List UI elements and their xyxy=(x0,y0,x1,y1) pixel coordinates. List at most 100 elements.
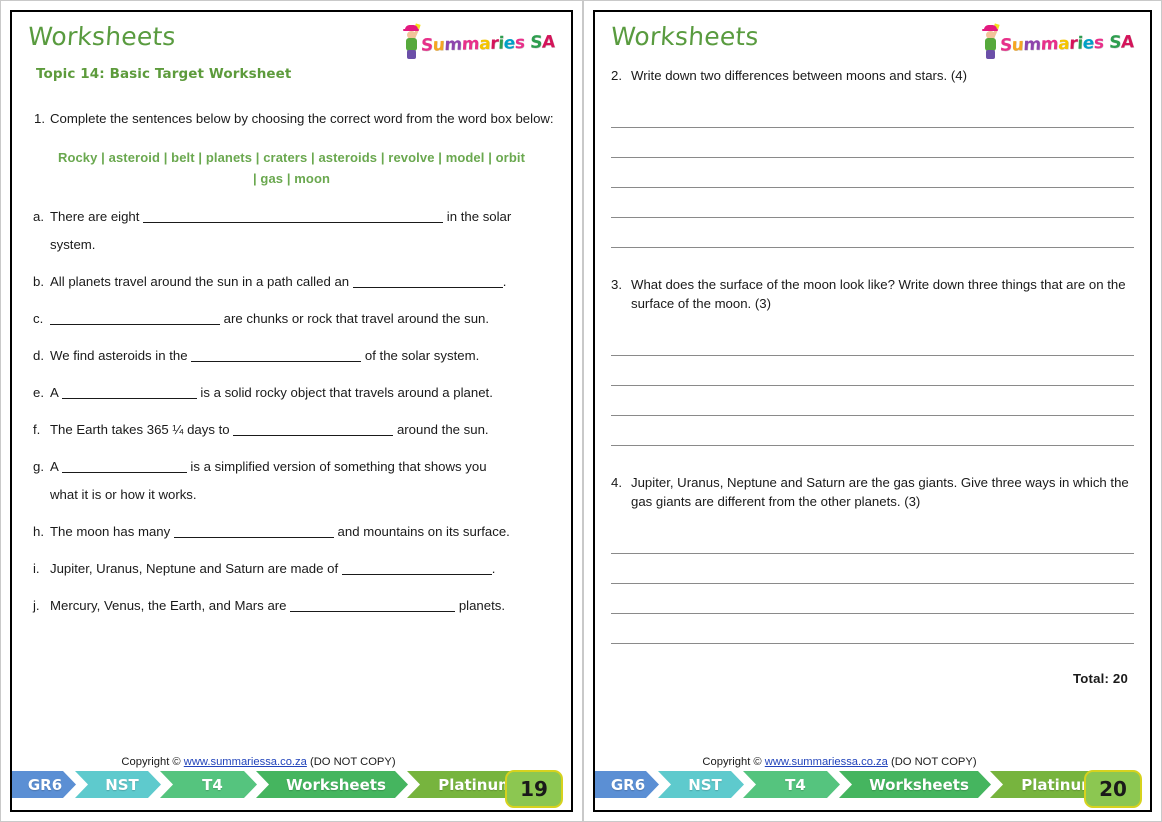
worksheet-spread: Worksheets Summaries SA Topic 14: Basic … xyxy=(0,0,1162,822)
fill-in-text-after: of the solar system. xyxy=(361,348,480,363)
breadcrumb-item-t4[interactable]: T4 xyxy=(160,771,257,798)
fill-in-item-letter: b. xyxy=(33,274,44,289)
breadcrumb-item-worksheets[interactable]: Worksheets xyxy=(256,771,408,798)
answer-line[interactable] xyxy=(611,554,1134,584)
answer-blank[interactable] xyxy=(352,274,503,288)
summaries-sa-logo: Summaries SA xyxy=(982,23,1135,64)
answer-blank[interactable] xyxy=(61,459,187,473)
fill-in-text-before: A xyxy=(50,385,62,400)
fill-in-continuation-text: system. xyxy=(50,237,96,252)
fill-in-item: g. A is a simplified version of something… xyxy=(28,457,555,477)
copyright-prefix: Copyright © xyxy=(121,756,184,768)
right-page-frame: Worksheets Summaries SA 2. Write down two… xyxy=(583,0,1162,822)
fill-in-item-text: The moon has many and mountains on its s… xyxy=(50,522,555,542)
website-link[interactable]: www.summariessa.co.za xyxy=(765,756,888,768)
answer-line[interactable] xyxy=(611,584,1134,614)
answer-blank[interactable] xyxy=(341,561,492,575)
left-page-frame: Worksheets Summaries SA Topic 14: Basic … xyxy=(0,0,583,822)
breadcrumb: GR6 NST T4 Worksheets Platinum xyxy=(12,771,571,798)
mascot-icon xyxy=(982,23,1000,62)
answer-line[interactable] xyxy=(611,98,1134,128)
left-page-header: Worksheets Summaries SA xyxy=(26,20,556,64)
answer-line[interactable] xyxy=(611,128,1134,158)
answer-blank[interactable] xyxy=(173,524,334,538)
fill-in-text-after: . xyxy=(491,561,496,576)
fill-in-text-after: is a solid rocky object that travels aro… xyxy=(196,385,493,400)
breadcrumb-item-t4[interactable]: T4 xyxy=(743,771,840,798)
breadcrumb-item-nst[interactable]: NST xyxy=(75,771,161,798)
question-text: What does the surface of the moon look l… xyxy=(631,277,1126,311)
fill-in-item: d. We find asteroids in the of the solar … xyxy=(28,346,555,366)
fill-in-text-before: Mercury, Venus, the Earth, and Mars are xyxy=(50,598,291,613)
fill-in-item-letter: d. xyxy=(33,348,44,363)
fill-in-item-text: A is a solid rocky object that travels a… xyxy=(50,383,555,403)
answer-line[interactable] xyxy=(611,524,1134,554)
answer-lines xyxy=(611,326,1134,446)
answer-blank[interactable] xyxy=(191,348,362,362)
long-answer-question: 4. Jupiter, Uranus, Neptune and Saturn ar… xyxy=(611,473,1134,644)
answer-blank[interactable] xyxy=(233,422,394,436)
word-bank-line-2: | gas | moon xyxy=(252,171,331,186)
copyright-notice: Copyright © www.summariessa.co.za (DO NO… xyxy=(595,756,1150,768)
fill-in-item-text: A is a simplified version of something t… xyxy=(50,457,555,477)
fill-in-item-letter: a. xyxy=(33,209,44,224)
fill-in-continuation-text: what it is or how it works. xyxy=(50,487,197,502)
question-number: 4. xyxy=(611,475,622,490)
answer-line[interactable] xyxy=(611,158,1134,188)
breadcrumb-item-gr6[interactable]: GR6 xyxy=(12,771,76,798)
fill-in-item: c. are chunks or rock that travel around… xyxy=(28,309,555,329)
fill-in-item-letter: h. xyxy=(33,524,44,539)
long-answer-questions: 2. Write down two differences between moo… xyxy=(611,66,1134,644)
fill-in-text-before: The Earth takes 365 ¼ days to xyxy=(50,422,234,437)
fill-in-item-letter: c. xyxy=(33,311,44,326)
fill-in-item-letter: f. xyxy=(33,422,41,437)
fill-in-text-after: planets. xyxy=(455,598,506,613)
logo-text: Summaries SA xyxy=(999,32,1135,56)
answer-blank[interactable] xyxy=(50,311,220,325)
breadcrumb-item-worksheets[interactable]: Worksheets xyxy=(839,771,991,798)
question-text: Jupiter, Uranus, Neptune and Saturn are … xyxy=(631,475,1129,509)
page-title: Worksheets xyxy=(26,22,177,51)
question-1-text: Complete the sentences below by choosing… xyxy=(50,111,554,126)
summaries-sa-logo: Summaries SA xyxy=(403,23,556,64)
answer-line[interactable] xyxy=(611,386,1134,416)
fill-in-item-continuation: what it is or how it works. xyxy=(28,485,555,505)
breadcrumb-item-gr6[interactable]: GR6 xyxy=(595,771,659,798)
copyright-suffix: (DO NOT COPY) xyxy=(887,756,977,768)
answer-blank[interactable] xyxy=(143,209,444,223)
right-page-header: Worksheets Summaries SA xyxy=(609,20,1135,64)
right-page-footer: Copyright © www.summariessa.co.za (DO NO… xyxy=(595,756,1150,810)
left-page-footer: Copyright © www.summariessa.co.za (DO NO… xyxy=(12,756,571,810)
answer-line[interactable] xyxy=(611,356,1134,386)
fill-in-text-before: There are eight xyxy=(50,209,144,224)
website-link[interactable]: www.summariessa.co.za xyxy=(184,756,307,768)
fill-in-item-letter: g. xyxy=(33,459,44,474)
question-1-number: 1. xyxy=(34,111,45,126)
answer-blank[interactable] xyxy=(61,385,197,399)
breadcrumb: GR6 NST T4 Worksheets Platinum xyxy=(595,771,1150,798)
fill-in-item-letter: j. xyxy=(33,598,40,613)
answer-lines xyxy=(611,98,1134,248)
right-page: Worksheets Summaries SA 2. Write down two… xyxy=(593,10,1152,812)
copyright-notice: Copyright © www.summariessa.co.za (DO NO… xyxy=(12,756,571,768)
question-head: 4. Jupiter, Uranus, Neptune and Saturn ar… xyxy=(611,473,1134,511)
fill-in-text-after: is a simplified version of something tha… xyxy=(186,459,487,474)
logo-text: Summaries SA xyxy=(420,32,556,56)
fill-in-item: h. The moon has many and mountains on its… xyxy=(28,522,555,542)
question-head: 3. What does the surface of the moon look… xyxy=(611,275,1134,313)
fill-in-item-text: Mercury, Venus, the Earth, and Mars are … xyxy=(50,596,555,616)
fill-in-item-text: The Earth takes 365 ¼ days to around the… xyxy=(50,420,555,440)
fill-in-item-letter: e. xyxy=(33,385,44,400)
answer-blank[interactable] xyxy=(290,598,456,612)
topic-heading: Topic 14: Basic Target Worksheet xyxy=(36,66,292,82)
answer-line[interactable] xyxy=(611,416,1134,446)
answer-line[interactable] xyxy=(611,326,1134,356)
page-title: Worksheets xyxy=(609,22,760,51)
long-answer-question: 3. What does the surface of the moon look… xyxy=(611,275,1134,446)
answer-line[interactable] xyxy=(611,188,1134,218)
answer-line[interactable] xyxy=(611,218,1134,248)
answer-line[interactable] xyxy=(611,614,1134,644)
breadcrumb-item-nst[interactable]: NST xyxy=(658,771,744,798)
